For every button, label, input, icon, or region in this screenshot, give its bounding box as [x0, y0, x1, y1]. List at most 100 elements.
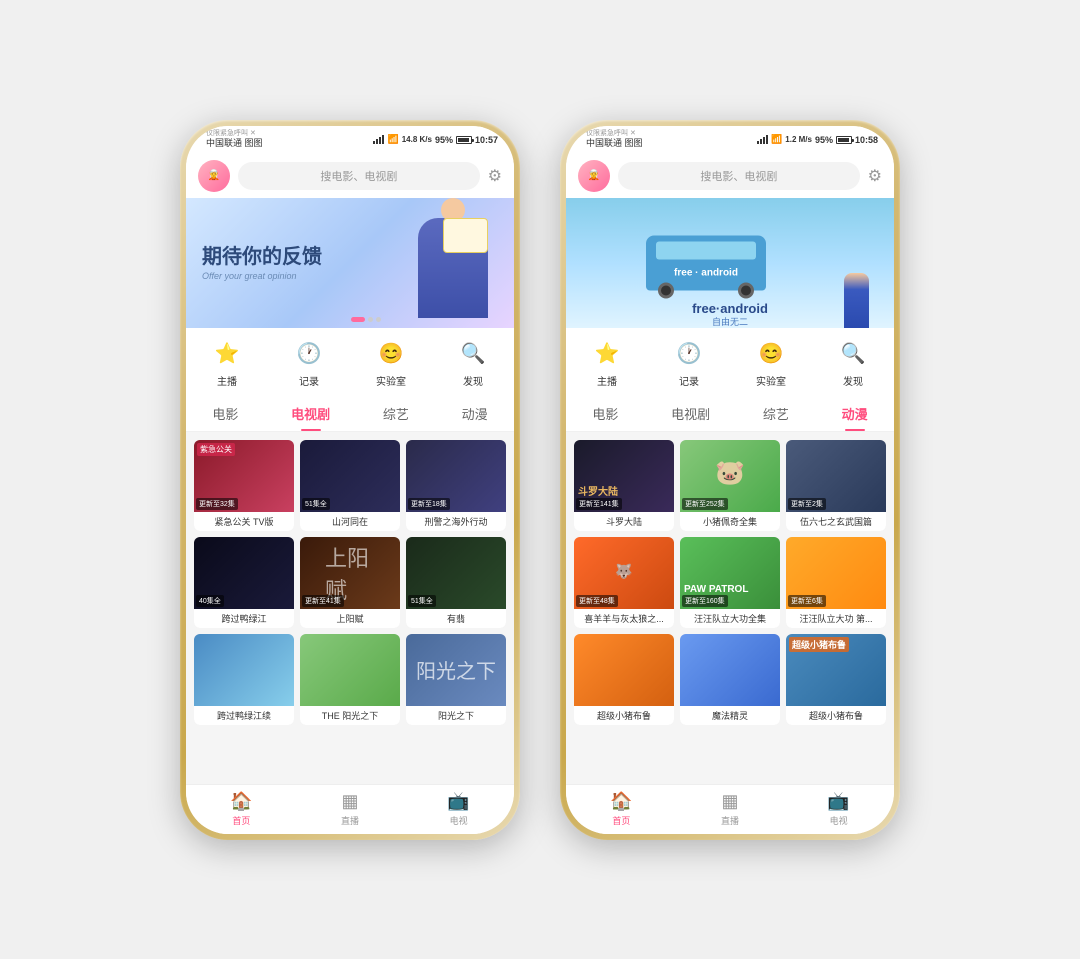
tab-anime-right[interactable]: 动漫 [834, 402, 876, 425]
grid-item-a7[interactable]: 超级小猪布鲁 [574, 634, 674, 725]
bottom-nav-tv-right[interactable]: 📺 电视 [827, 791, 849, 827]
grid-item-6[interactable]: 51集全 有翡 [406, 537, 506, 628]
banner-subtitle-right: 自由无二 [712, 315, 748, 328]
nav-lab-right[interactable]: 😊 实验室 [755, 338, 787, 388]
grid-item-a2[interactable]: 🐷 更新至252集 小猪佩奇全集 [680, 440, 780, 531]
item-title-1: 紧急公关 TV版 [194, 512, 294, 531]
dot-2 [368, 317, 373, 322]
banner-right[interactable]: free · android free·android 自由无二 [566, 198, 894, 328]
nav-zhubo-left[interactable]: ⭐ 主播 [211, 338, 243, 388]
nav-lab-left[interactable]: 😊 实验室 [375, 338, 407, 388]
bottom-nav-home-right[interactable]: 🏠 首页 [610, 791, 632, 827]
avatar-left[interactable]: 🧝 [198, 160, 230, 192]
tab-variety-left[interactable]: 综艺 [375, 402, 417, 425]
item-title-a7: 超级小猪布鲁 [574, 706, 674, 725]
settings-icon-right[interactable]: ⚙ [868, 166, 882, 186]
badge-ep-2: 51集全 [302, 498, 330, 510]
tab-tv-right[interactable]: 电视剧 [663, 402, 718, 425]
badge-ep-a6: 更新至6集 [788, 595, 826, 607]
banner-dots-left [202, 317, 514, 322]
nav-label-zhubo-left: 主播 [217, 373, 237, 388]
bus-container: free · android [646, 235, 766, 290]
bottom-nav-live-right[interactable]: ▦ 直播 [721, 791, 739, 827]
phone-right: 仅限紧急呼叫 ✕ 中国联通 图图 📶 1.2 M/s 95% 10:58 🧝 搜… [560, 120, 900, 840]
item-title-7: 跨过鸭绿江续 [194, 706, 294, 725]
free-android-text: free·android [692, 301, 768, 316]
grid-item-1[interactable]: 紫急公关 更新至32集 紧急公关 TV版 [194, 440, 294, 531]
item-title-a8: 魔法精灵 [680, 706, 780, 725]
search-input-right[interactable]: 搜电影、电视剧 [618, 162, 860, 190]
grid-img-1: 紫急公关 更新至32集 [194, 440, 294, 512]
search-bar-left: 🧝 搜电影、电视剧 ⚙ [186, 154, 514, 198]
grid-item-a8[interactable]: 魔法精灵 [680, 634, 780, 725]
nav-record-right[interactable]: 🕐 记录 [673, 338, 705, 388]
nav-discover-right[interactable]: 🔍 发现 [837, 338, 869, 388]
badge-ep-6: 51集全 [408, 595, 436, 607]
search-bar-right: 🧝 搜电影、电视剧 ⚙ [566, 154, 894, 198]
signal-icon [373, 135, 384, 144]
grid-img-2: 51集全 [300, 440, 400, 512]
grid-row-1-left: 紫急公关 更新至32集 紧急公关 TV版 51集全 山河同在 更新至18集 刑警… [194, 440, 506, 531]
grid-item-a1[interactable]: 斗罗大陆 更新至141集 斗罗大陆 [574, 440, 674, 531]
grid-item-a3[interactable]: 更新至2集 伍六七之玄武国篇 [786, 440, 886, 531]
nav-icon-record-left: 🕐 [293, 338, 325, 370]
tab-movie-left[interactable]: 电影 [204, 402, 246, 425]
item-title-3: 刑警之海外行动 [406, 512, 506, 531]
settings-icon-left[interactable]: ⚙ [488, 166, 502, 186]
nav-discover-left[interactable]: 🔍 发现 [457, 338, 489, 388]
tab-anime-left[interactable]: 动漫 [454, 402, 496, 425]
grid-item-a4[interactable]: 🐺 更新至48集 喜羊羊与灰太狼之... [574, 537, 674, 628]
badge-ep-3: 更新至18集 [408, 498, 450, 510]
grid-item-9[interactable]: 阳光之下 阳光之下 [406, 634, 506, 725]
carrier-info: 仅限紧急呼叫 ✕ 中国联通 图图 [206, 130, 263, 149]
content-grid-right: 斗罗大陆 更新至141集 斗罗大陆 🐷 更新至252集 小猪佩奇全集 更新至2集 [566, 432, 894, 784]
cat-tabs-left: 电影 电视剧 综艺 动漫 [186, 396, 514, 432]
tab-movie-right[interactable]: 电影 [584, 402, 626, 425]
grid-item-5[interactable]: 上阳赋 更新至41集 上阳赋 [300, 537, 400, 628]
nav-record-left[interactable]: 🕐 记录 [293, 338, 325, 388]
item-title-a1: 斗罗大陆 [574, 512, 674, 531]
nav-label-record-right: 记录 [679, 373, 699, 388]
bottom-nav-home-left[interactable]: 🏠 首页 [230, 791, 252, 827]
tv-icon-left: 📺 [447, 791, 469, 812]
tv-label-left: 电视 [450, 814, 468, 827]
cat-tabs-right: 电影 电视剧 综艺 动漫 [566, 396, 894, 432]
grid-item-8[interactable]: THE 阳光之下 [300, 634, 400, 725]
nav-label-lab-right: 实验室 [756, 373, 786, 388]
grid-img-a5: PAW PATROL 更新至160集 [680, 537, 780, 609]
nav-label-discover-right: 发现 [843, 373, 863, 388]
network-speed: 14.8 K/s [402, 135, 432, 144]
dot-1 [351, 317, 365, 322]
dot-3 [376, 317, 381, 322]
grid-img-a9: 超级小猪布鲁 [786, 634, 886, 706]
avatar-right[interactable]: 🧝 [578, 160, 610, 192]
nav-icon-lab-left: 😊 [375, 338, 407, 370]
grid-item-a5[interactable]: PAW PATROL 更新至160集 汪汪队立大功全集 [680, 537, 780, 628]
grid-item-3[interactable]: 更新至18集 刑警之海外行动 [406, 440, 506, 531]
grid-item-a9[interactable]: 超级小猪布鲁 超级小猪布鲁 [786, 634, 886, 725]
tv-icon-right: 📺 [827, 791, 849, 812]
tab-variety-right[interactable]: 综艺 [755, 402, 797, 425]
live-icon-right: ▦ [721, 791, 738, 812]
phone-left: 仅限紧急呼叫 ✕ 中国联通 图图 📶 14.8 K/s 95% 10:57 🧝 … [180, 120, 520, 840]
search-input-left[interactable]: 搜电影、电视剧 [238, 162, 480, 190]
bottom-nav-live-left[interactable]: ▦ 直播 [341, 791, 359, 827]
grid-img-5: 上阳赋 更新至41集 [300, 537, 400, 609]
grid-item-4[interactable]: 40集全 跨过鸭绿江 [194, 537, 294, 628]
status-indicators: 📶 14.8 K/s 95% 10:57 [373, 134, 498, 145]
grid-item-7[interactable]: 跨过鸭绿江续 [194, 634, 294, 725]
grid-img-7 [194, 634, 294, 706]
nav-label-record-left: 记录 [299, 373, 319, 388]
tab-tv-left[interactable]: 电视剧 [283, 402, 338, 425]
banner-bus-content: free · android free·android 自由无二 [566, 198, 894, 328]
item-title-5: 上阳赋 [300, 609, 400, 628]
nav-zhubo-right[interactable]: ⭐ 主播 [591, 338, 623, 388]
bottom-nav-tv-left[interactable]: 📺 电视 [447, 791, 469, 827]
item-title-a3: 伍六七之玄武国篇 [786, 512, 886, 531]
search-placeholder-right: 搜电影、电视剧 [700, 168, 777, 184]
banner-left[interactable]: 期待你的反馈 Offer your great opinion [186, 198, 514, 328]
grid-item-2[interactable]: 51集全 山河同在 [300, 440, 400, 531]
grid-item-a6[interactable]: 更新至6集 汪汪队立大功 第... [786, 537, 886, 628]
time-display-right: 10:58 [855, 135, 878, 145]
item-title-6: 有翡 [406, 609, 506, 628]
